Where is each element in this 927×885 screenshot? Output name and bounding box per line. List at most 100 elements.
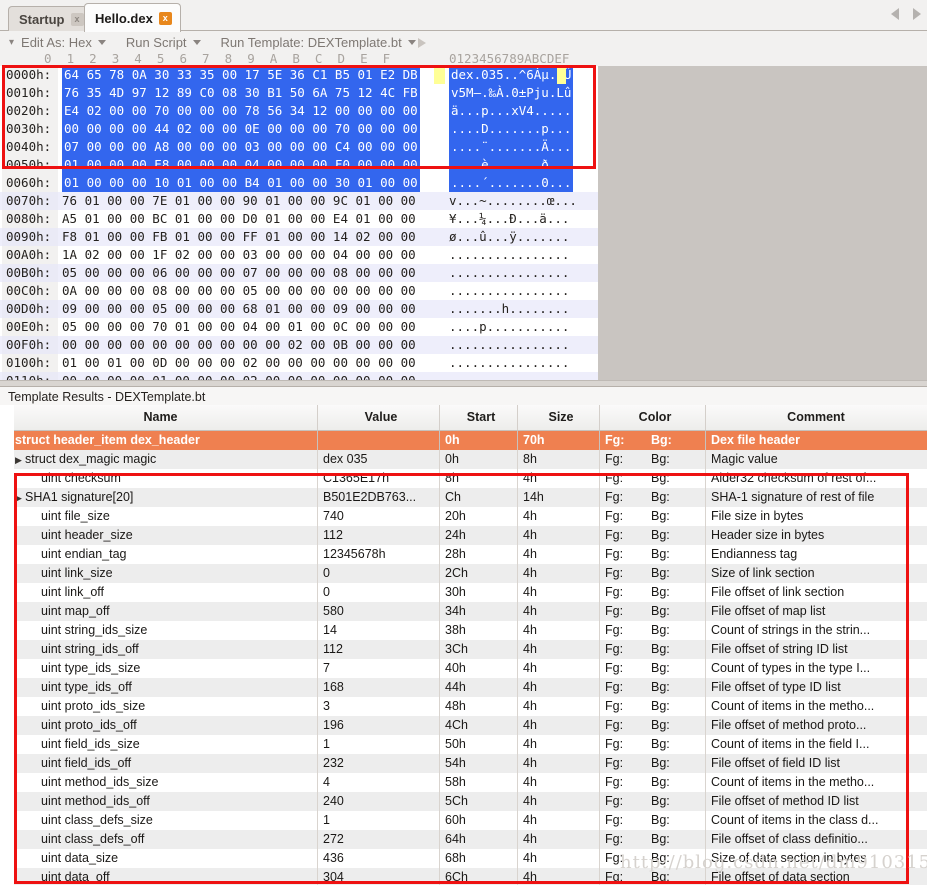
row-fg-swatch[interactable]: Fg: [605, 545, 651, 564]
column-header-value[interactable]: Value [318, 405, 440, 430]
template-row[interactable]: uint string_ids_size 14 38h 4h Fg: Bg: Count o… [0, 621, 927, 640]
hex-row[interactable]: 0110h: 00 00 00 00 01 00 00 00 02 00 00 0… [0, 372, 598, 380]
row-fg-swatch[interactable]: Fg: [605, 735, 651, 754]
row-bg-swatch[interactable]: Bg: [651, 564, 697, 583]
hex-row-ascii[interactable]: ....¨.......Ä... [449, 138, 574, 156]
run-script-dropdown[interactable]: Run Script [126, 35, 201, 50]
template-row[interactable]: uint link_off 0 30h 4h Fg: Bg: File offset of … [0, 583, 927, 602]
hex-row[interactable]: 0070h: 76 01 00 00 7E 01 00 00 90 01 00 0… [0, 192, 598, 210]
template-row[interactable]: uint proto_ids_off 196 4Ch 4h Fg: Bg: File off… [0, 716, 927, 735]
hex-row-bytes[interactable]: E4 02 00 00 70 00 00 00 78 56 34 12 00 0… [62, 102, 420, 120]
tab-scroll-left-icon[interactable] [891, 8, 899, 20]
row-bg-swatch[interactable]: Bg: [651, 469, 697, 488]
template-row[interactable]: uint link_size 0 2Ch 4h Fg: Bg: Size of link s… [0, 564, 927, 583]
edit-as-dropdown[interactable]: Edit As: Hex [21, 35, 106, 50]
hex-row-ascii[interactable]: dex.035..^6Áµ.âÛ [449, 66, 574, 84]
hex-row-ascii[interactable]: ....´.......0... [449, 174, 574, 192]
row-bg-swatch[interactable]: Bg: [651, 830, 697, 849]
row-value-cell[interactable]: 1 [318, 735, 440, 754]
row-value-cell[interactable]: 196 [318, 716, 440, 735]
row-bg-swatch[interactable]: Bg: [651, 735, 697, 754]
hex-row[interactable]: 0000h: 64 65 78 0A 30 33 35 00 17 5E 36 C… [0, 66, 598, 84]
row-bg-swatch[interactable]: Bg: [651, 621, 697, 640]
hex-row-bytes[interactable]: 01 00 00 00 E8 00 00 00 04 00 00 00 F0 0… [62, 156, 420, 174]
hex-row-bytes[interactable]: 76 01 00 00 7E 01 00 00 90 01 00 00 9C 0… [62, 192, 416, 210]
row-bg-swatch[interactable]: Bg: [651, 792, 697, 811]
row-bg-swatch[interactable]: Bg: [651, 488, 697, 507]
hex-row-ascii[interactable]: ................ [449, 246, 569, 264]
row-bg-swatch[interactable]: Bg: [651, 431, 697, 450]
template-row[interactable]: uint method_ids_size 4 58h 4h Fg: Bg: Count of… [0, 773, 927, 792]
hex-row-ascii[interactable]: .......h........ [449, 300, 569, 318]
hex-row[interactable]: 00D0h: 09 00 00 00 05 00 00 00 68 01 00 0… [0, 300, 598, 318]
row-bg-swatch[interactable]: Bg: [651, 811, 697, 830]
row-value-cell[interactable]: 4 [318, 773, 440, 792]
row-fg-swatch[interactable]: Fg: [605, 811, 651, 830]
row-bg-swatch[interactable]: Bg: [651, 526, 697, 545]
row-bg-swatch[interactable]: Bg: [651, 849, 697, 868]
row-bg-swatch[interactable]: Bg: [651, 868, 697, 885]
template-row[interactable]: ▶ struct dex_magic magic dex 035 0h 8h Fg: Bg:… [0, 450, 927, 469]
hex-row-bytes[interactable]: 1A 02 00 00 1F 02 00 00 03 00 00 00 04 0… [62, 246, 416, 264]
row-fg-swatch[interactable]: Fg: [605, 640, 651, 659]
row-value-cell[interactable]: dex 035 [318, 450, 440, 469]
hex-row[interactable]: 0050h: 01 00 00 00 E8 00 00 00 04 00 00 0… [0, 156, 598, 174]
collapsed-twisty-icon[interactable]: ▶ [14, 451, 23, 469]
hex-row-ascii[interactable]: ä...p...xV4..... [449, 102, 574, 120]
hex-editor-view[interactable]: 0000h: 64 65 78 0A 30 33 35 00 17 5E 36 C… [0, 66, 598, 380]
hex-row[interactable]: 00B0h: 05 00 00 00 06 00 00 00 07 00 00 0… [0, 264, 598, 282]
template-row[interactable]: uint checksum C1365E17h 8h 4h Fg: Bg: Alder32 … [0, 469, 927, 488]
row-fg-swatch[interactable]: Fg: [605, 773, 651, 792]
row-fg-swatch[interactable]: Fg: [605, 507, 651, 526]
row-fg-swatch[interactable]: Fg: [605, 868, 651, 885]
hex-row[interactable]: 0010h: 76 35 4D 97 12 89 C0 08 30 B1 50 6… [0, 84, 598, 102]
row-value-cell[interactable]: 168 [318, 678, 440, 697]
row-bg-swatch[interactable]: Bg: [651, 602, 697, 621]
row-fg-swatch[interactable]: Fg: [605, 659, 651, 678]
hex-row-ascii[interactable]: v...~........œ... [449, 192, 577, 210]
hex-row-ascii[interactable]: ................ [449, 282, 569, 300]
row-value-cell[interactable]: 112 [318, 640, 440, 659]
row-fg-swatch[interactable]: Fg: [605, 564, 651, 583]
row-bg-swatch[interactable]: Bg: [651, 583, 697, 602]
column-header-name[interactable]: Name [0, 405, 318, 430]
row-bg-swatch[interactable]: Bg: [651, 659, 697, 678]
row-bg-swatch[interactable]: Bg: [651, 678, 697, 697]
template-row[interactable]: uint proto_ids_size 3 48h 4h Fg: Bg: Count of … [0, 697, 927, 716]
row-fg-swatch[interactable]: Fg: [605, 583, 651, 602]
hex-row-bytes[interactable]: 76 35 4D 97 12 89 C0 08 30 B1 50 6A 75 1… [62, 84, 420, 102]
row-bg-swatch[interactable]: Bg: [651, 697, 697, 716]
row-fg-swatch[interactable]: Fg: [605, 849, 651, 868]
row-fg-swatch[interactable]: Fg: [605, 450, 651, 469]
hex-row-ascii[interactable]: ....è.......ð... [449, 156, 574, 174]
template-row[interactable]: uint data_size 436 68h 4h Fg: Bg: Size of data… [0, 849, 927, 868]
hex-row[interactable]: 0100h: 01 00 01 00 0D 00 00 00 02 00 00 0… [0, 354, 598, 372]
column-header-size[interactable]: Size [518, 405, 600, 430]
hex-row-ascii[interactable]: ................ [449, 264, 569, 282]
template-row[interactable]: uint method_ids_off 240 5Ch 4h Fg: Bg: File of… [0, 792, 927, 811]
template-row[interactable]: uint type_ids_size 7 40h 4h Fg: Bg: Count of t… [0, 659, 927, 678]
row-bg-swatch[interactable]: Bg: [651, 716, 697, 735]
row-value-cell[interactable]: C1365E17h [318, 469, 440, 488]
hex-row-bytes[interactable]: 09 00 00 00 05 00 00 00 68 01 00 00 09 0… [62, 300, 416, 318]
hex-row-bytes[interactable]: A5 01 00 00 BC 01 00 00 D0 01 00 00 E4 0… [62, 210, 416, 228]
hex-row-bytes[interactable]: 05 00 00 00 70 01 00 00 04 00 01 00 0C 0… [62, 318, 416, 336]
row-fg-swatch[interactable]: Fg: [605, 488, 651, 507]
tab-scroll-right-icon[interactable] [913, 8, 921, 20]
hex-row-bytes[interactable]: 01 00 01 00 0D 00 00 00 02 00 00 00 00 0… [62, 354, 416, 372]
column-header-start[interactable]: Start [440, 405, 518, 430]
row-bg-swatch[interactable]: Bg: [651, 450, 697, 469]
hex-row-ascii[interactable]: v5M—.‰À.0±Pju.Lû [449, 84, 574, 102]
row-value-cell[interactable]: 436 [318, 849, 440, 868]
tab-startup[interactable]: Startup x [8, 6, 93, 31]
play-icon[interactable] [417, 37, 426, 48]
row-value-cell[interactable]: 1 [318, 811, 440, 830]
hex-row-ascii[interactable]: ø...û...ÿ....... [449, 228, 569, 246]
hex-row[interactable]: 0040h: 07 00 00 00 A8 00 00 00 03 00 00 0… [0, 138, 598, 156]
hex-row-bytes[interactable]: 07 00 00 00 A8 00 00 00 03 00 00 00 C4 0… [62, 138, 420, 156]
hex-row-ascii[interactable]: ¥...¼...Ð...ä... [449, 210, 569, 228]
hex-row[interactable]: 0060h: 01 00 00 00 10 01 00 00 B4 01 00 0… [0, 174, 598, 192]
template-results-table[interactable]: Name Value Start Size Color Comment ▼str… [0, 405, 927, 885]
run-template-dropdown[interactable]: Run Template: DEXTemplate.bt [221, 35, 426, 50]
hex-row-bytes[interactable]: 0A 00 00 00 08 00 00 00 05 00 00 00 00 0… [62, 282, 416, 300]
